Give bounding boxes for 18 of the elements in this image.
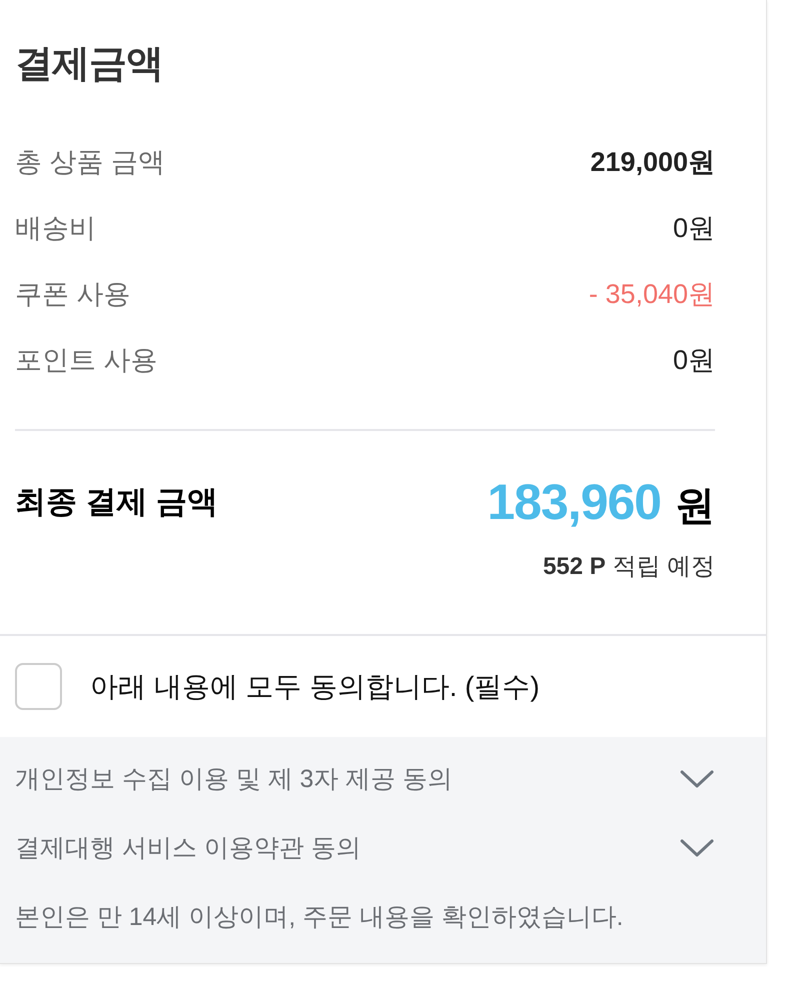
points-note: 552 P 적립 예정 [542, 552, 715, 582]
summary-label: 포인트 사용 [15, 344, 158, 377]
terms-accordion-toggle[interactable]: 결제대행 서비스 이용약관 동의 [15, 814, 714, 883]
final-amount: 183,960 [487, 472, 661, 532]
discount-value: - 35,040원 [588, 278, 715, 311]
summary-value: 219,000원 [590, 146, 715, 179]
agree-all-label[interactable]: 아래 내용에 모두 동의합니다. (필수) [90, 666, 540, 708]
final-amount-label: 최종 결제 금액 [15, 482, 218, 521]
age-confirmation-note: 본인은 만 14세 이상이며, 주문 내용을 확인하였습니다. [15, 902, 624, 933]
summary-label: 총 상품 금액 [15, 146, 166, 179]
terms-accordion-toggle[interactable]: 개인정보 수집 이용 및 제 3자 제공 동의 [15, 745, 714, 814]
summary-label: 쿠폰 사용 [15, 278, 131, 311]
agree-all-checkbox[interactable] [15, 663, 62, 710]
currency-unit: 원 [675, 482, 715, 530]
summary-label: 배송비 [15, 212, 96, 245]
section-title: 결제금액 [15, 42, 163, 87]
summary-value: 0원 [672, 344, 715, 377]
summary-value: 0원 [672, 212, 715, 245]
